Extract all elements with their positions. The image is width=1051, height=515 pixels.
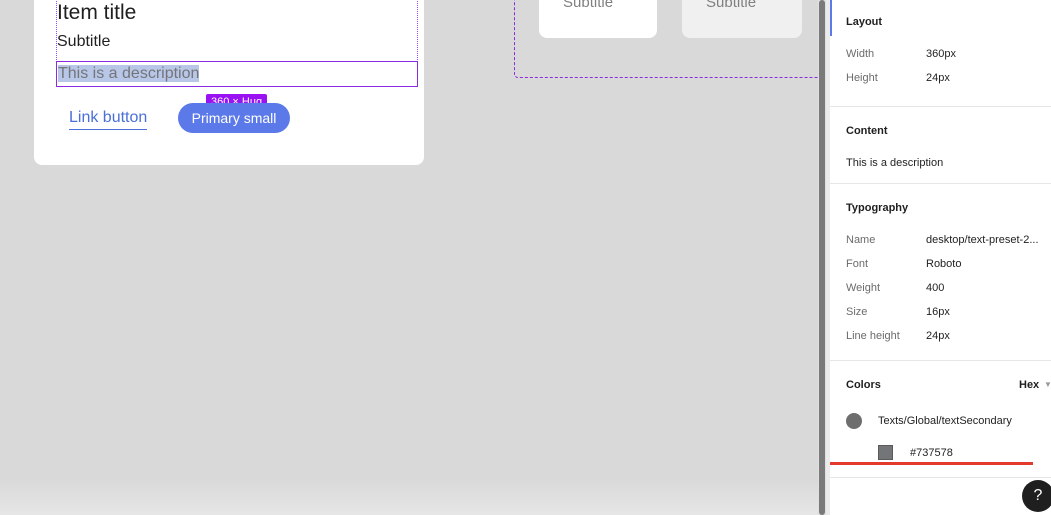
mini-card[interactable]: Subtitle — [539, 0, 657, 38]
line-height-label: Line height — [846, 330, 900, 342]
name-value[interactable]: desktop/text-preset-2... — [926, 234, 1039, 246]
selected-description-layer[interactable]: This is a description — [56, 61, 418, 87]
section-divider — [830, 360, 1051, 361]
color-swatch[interactable] — [878, 445, 893, 460]
link-button[interactable]: Link button — [69, 108, 148, 130]
mini-card-subtitle: Subtitle — [563, 0, 614, 11]
color-format-dropdown[interactable]: Hex — [1019, 379, 1039, 391]
name-label: Name — [846, 234, 876, 246]
weight-label: Weight — [846, 282, 881, 294]
inspect-panel: Layout Width 360px Height 24px Content T… — [830, 0, 1051, 515]
size-value[interactable]: 16px — [926, 306, 950, 318]
weight-value[interactable]: 400 — [926, 282, 944, 294]
width-label: Width — [846, 48, 875, 60]
color-hex-value[interactable]: #737578 — [910, 447, 953, 459]
section-divider — [830, 477, 1051, 478]
description-text-highlight: This is a description — [58, 65, 200, 82]
size-label: Size — [846, 306, 868, 318]
section-divider — [830, 183, 1051, 184]
scrollbar-thumb[interactable] — [819, 0, 825, 515]
width-value[interactable]: 360px — [926, 48, 956, 60]
content-section-title: Content — [846, 125, 888, 137]
design-canvas[interactable]: Item title Subtitle This is a descriptio… — [0, 0, 818, 515]
description-text[interactable]: This is a description — [58, 64, 200, 84]
canvas-bottom-fade — [0, 479, 818, 515]
color-style-icon — [846, 413, 862, 429]
annotation-underline — [830, 462, 1033, 465]
line-height-value[interactable]: 24px — [926, 330, 950, 342]
subtitle-text[interactable]: Subtitle — [57, 32, 110, 52]
primary-small-button[interactable]: Primary small — [178, 103, 290, 133]
font-label: Font — [846, 258, 869, 270]
vertical-scrollbar[interactable] — [818, 0, 826, 515]
content-value[interactable]: This is a description — [846, 157, 943, 169]
panel-accent-line — [830, 0, 832, 36]
section-divider — [830, 106, 1051, 107]
typography-section-title: Typography — [846, 202, 909, 214]
mini-card[interactable]: Subtitle — [682, 0, 802, 38]
chevron-down-icon[interactable]: ▼ — [1044, 380, 1051, 389]
layout-section-title: Layout — [846, 16, 883, 28]
mini-card-subtitle: Subtitle — [706, 0, 757, 11]
help-button[interactable]: ? — [1022, 480, 1051, 512]
item-title-text[interactable]: Item title — [57, 0, 136, 26]
color-style-name[interactable]: Texts/Global/textSecondary — [878, 415, 1012, 427]
font-value[interactable]: Roboto — [926, 258, 961, 270]
height-value[interactable]: 24px — [926, 72, 950, 84]
height-label: Height — [846, 72, 878, 84]
colors-section-title: Colors — [846, 379, 881, 391]
